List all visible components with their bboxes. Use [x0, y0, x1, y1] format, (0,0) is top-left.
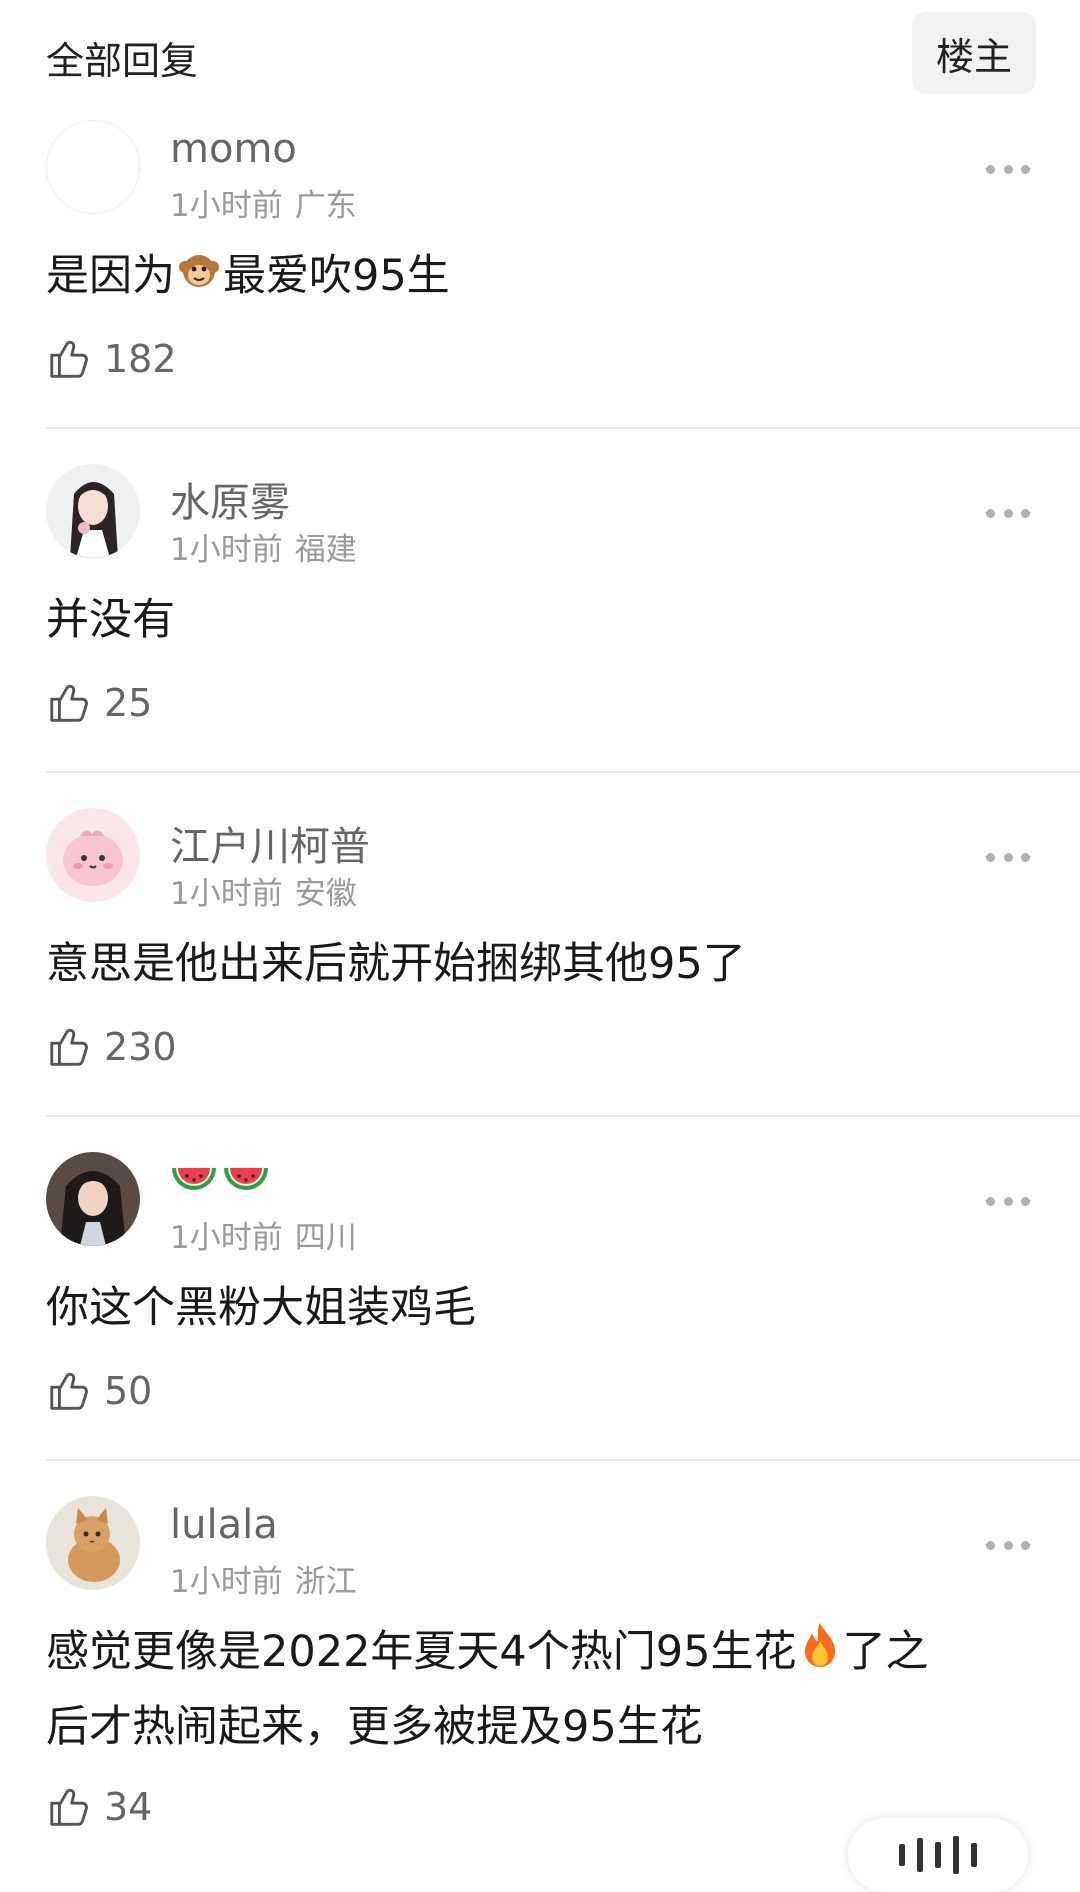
like-button[interactable]: 25: [46, 680, 152, 726]
avatar[interactable]: [46, 808, 140, 902]
comment-content: 意思是他出来后就开始捆绑其他95了: [46, 939, 746, 989]
username[interactable]: 江户川柯普: [170, 814, 370, 872]
thumbs-up-icon: [50, 1372, 88, 1410]
avatar[interactable]: [46, 1496, 140, 1590]
like-button[interactable]: 34: [46, 1784, 152, 1830]
like-button[interactable]: 182: [46, 336, 177, 382]
more-options-icon[interactable]: [986, 1538, 1030, 1552]
more-options-icon[interactable]: [986, 1194, 1030, 1208]
comment-time: 1小时前: [170, 876, 283, 912]
comment-content: 并没有: [46, 595, 175, 645]
username[interactable]: lulala: [170, 1502, 278, 1548]
thumbs-up-icon: [50, 1788, 88, 1826]
comment-meta: 1小时前 浙江: [170, 1556, 357, 1601]
comment-meta: 1小时前 广东: [170, 180, 357, 225]
comment-time: 1小时前: [170, 188, 283, 224]
like-count: 182: [104, 337, 177, 381]
comment-location: 四川: [294, 1220, 357, 1256]
comment-content: 感觉更像是2022年夏天4个热门95生花 了之 后才热闹起来，更多被提及95生花: [46, 1616, 1036, 1763]
comment-meta: 1小时前 安徽: [170, 868, 357, 913]
like-count: 50: [104, 1369, 153, 1413]
like-count: 34: [104, 1785, 153, 1829]
like-count: 25: [104, 681, 153, 725]
comment-content: 你这个黑粉大姐装鸡毛: [46, 1283, 476, 1333]
monkey-emoji-icon: [175, 243, 223, 315]
username[interactable]: 水原雾: [170, 470, 290, 528]
comment-content-line-1: 感觉更像是2022年夏天4个热门95生花 了之: [46, 1616, 1036, 1691]
comment-content: 是因为 最爱吹95生: [46, 240, 1036, 315]
like-button[interactable]: 230: [46, 1024, 177, 1070]
comment-location: 浙江: [294, 1564, 357, 1600]
thumbs-up-icon: [50, 684, 88, 722]
watermelon-emoji-icon: [222, 1160, 270, 1210]
fire-emoji-icon: [797, 1619, 843, 1691]
divider: [46, 1115, 1080, 1117]
like-count: 230: [104, 1025, 177, 1069]
comment-location: 福建: [294, 532, 357, 568]
floating-action-pill[interactable]: [848, 1818, 1028, 1892]
divider: [46, 771, 1080, 773]
username-emojis[interactable]: [170, 1160, 270, 1210]
header: 全部回复 楼主: [0, 0, 1080, 110]
owner-only-button[interactable]: 楼主: [912, 12, 1036, 94]
comment-content-line-2: 后才热闹起来，更多被提及95生花: [46, 1701, 703, 1752]
comment-location: 广东: [294, 188, 357, 224]
thumbs-up-icon: [50, 1028, 88, 1066]
avatar[interactable]: [46, 1152, 140, 1246]
comment-meta: 1小时前 四川: [170, 1212, 357, 1257]
comment-meta: 1小时前 福建: [170, 524, 357, 569]
thumbs-up-icon: [50, 340, 88, 378]
divider: [46, 1459, 1080, 1461]
like-button[interactable]: 50: [46, 1368, 152, 1414]
more-options-icon[interactable]: [986, 850, 1030, 864]
comment-time: 1小时前: [170, 532, 283, 568]
username[interactable]: momo: [170, 126, 297, 172]
more-options-icon[interactable]: [986, 162, 1030, 176]
all-replies-title: 全部回复: [46, 39, 199, 83]
comment-location: 安徽: [294, 876, 357, 912]
avatar[interactable]: [46, 464, 140, 558]
comment-time: 1小时前: [170, 1564, 283, 1600]
more-options-icon[interactable]: [986, 506, 1030, 520]
divider: [46, 427, 1080, 429]
watermelon-emoji-icon: [170, 1160, 218, 1210]
comment-time: 1小时前: [170, 1220, 283, 1256]
avatar[interactable]: [46, 120, 140, 214]
